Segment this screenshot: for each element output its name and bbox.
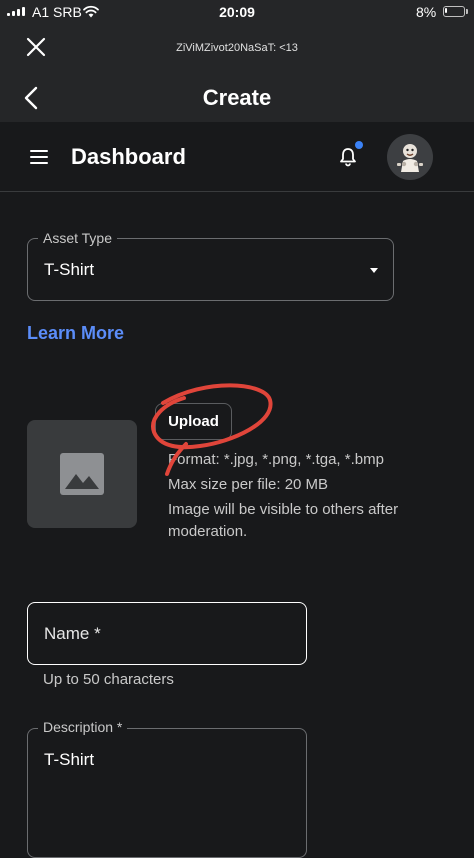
caret-down-icon: [370, 268, 378, 273]
battery-cap: [466, 9, 468, 14]
name-placeholder: Name *: [44, 624, 101, 643]
hamburger-menu-icon[interactable]: [30, 150, 48, 164]
battery-percent: 8%: [416, 4, 437, 20]
avatar-figure: [397, 144, 423, 172]
asset-type-label: Asset Type: [38, 230, 118, 246]
page-title: Create: [202, 85, 272, 110]
asset-type-value: T-Shirt: [44, 260, 95, 279]
image-preview: [27, 420, 137, 528]
format-hint: Format: *.jpg, *.png, *.tga, *.bmp: [168, 451, 384, 468]
description-label: Description *: [38, 719, 128, 735]
clock: 20:09: [219, 4, 255, 20]
page-url-title: ZiViMZivot20NaSaT: <13: [176, 42, 298, 54]
image-placeholder-icon: [60, 453, 104, 495]
upload-button[interactable]: Upload: [155, 403, 232, 440]
name-helper-text: Up to 50 characters: [43, 671, 174, 688]
description-field[interactable]: [27, 728, 307, 858]
description-value: T-Shirt: [44, 750, 95, 769]
battery-level: [445, 8, 447, 13]
dashboard-title: Dashboard: [71, 144, 186, 169]
bell-icon[interactable]: [339, 147, 357, 167]
notification-dot: [355, 141, 363, 149]
avatar[interactable]: [387, 134, 433, 180]
learn-more-link[interactable]: Learn More: [27, 323, 124, 344]
visibility-hint-line2: moderation.: [168, 523, 248, 540]
max-size-hint: Max size per file: 20 MB: [168, 476, 329, 493]
visibility-hint-line1: Image will be visible to others after: [168, 501, 399, 518]
